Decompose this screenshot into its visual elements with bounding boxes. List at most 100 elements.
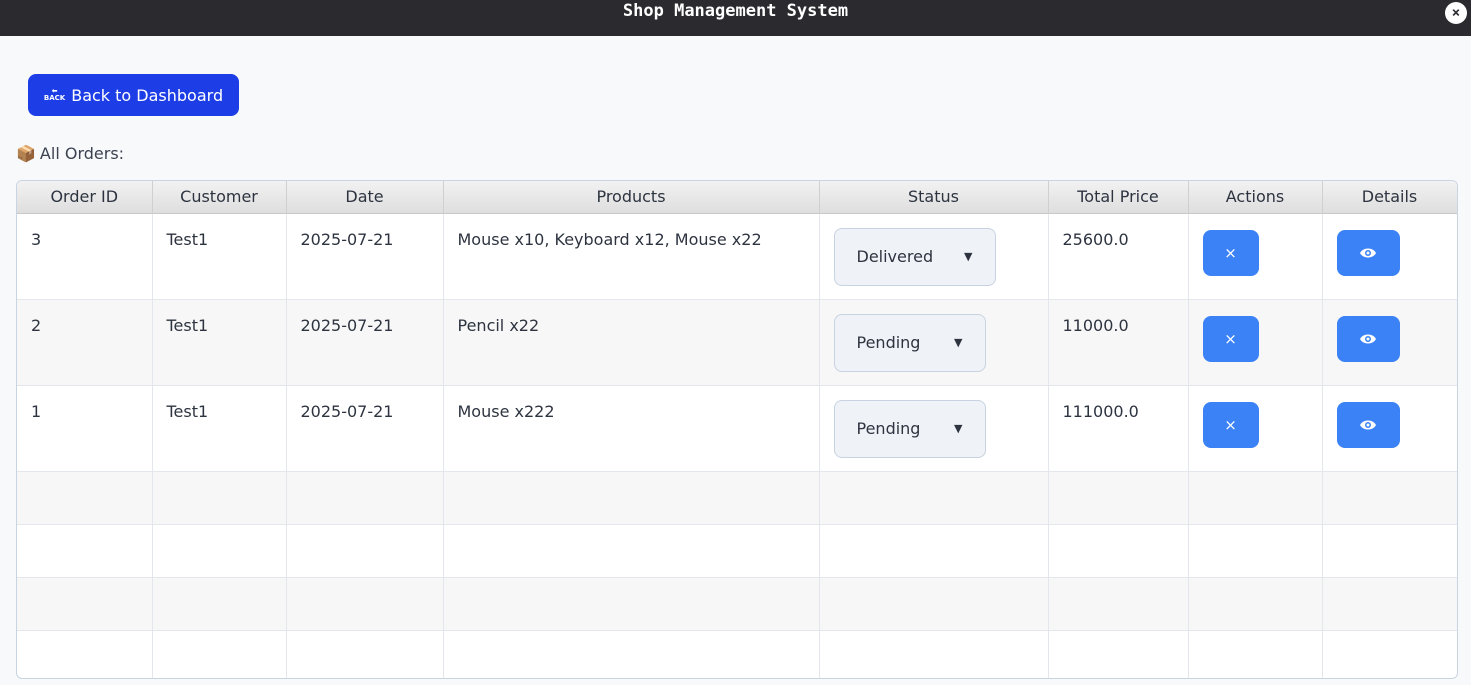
empty-cell (1322, 524, 1457, 578)
empty-cell (17, 471, 153, 525)
chevron-down-icon: ▼ (954, 422, 963, 435)
empty-cell (1048, 524, 1189, 578)
empty-row (17, 524, 1457, 578)
close-icon: × (1224, 329, 1237, 348)
eye-icon (1360, 334, 1376, 343)
chevron-down-icon: ▼ (954, 336, 963, 349)
back-arrow-icon: ⬅ BACK (43, 87, 66, 102)
details-cell (1322, 299, 1457, 386)
details-cell (1322, 385, 1457, 472)
chevron-down-icon: ▼ (964, 250, 973, 263)
total-price: 111000.0 (1048, 385, 1189, 472)
total-price: 11000.0 (1048, 299, 1189, 386)
empty-row (17, 471, 1457, 525)
order-id: 3 (17, 213, 153, 300)
actions-cell: × (1188, 299, 1323, 386)
column-header[interactable]: Status (819, 181, 1049, 214)
table-row: 2 Test1 2025-07-21 Pencil x22 Pending ▼ 1… (17, 299, 1457, 386)
table-row: 3 Test1 2025-07-21 Mouse x10, Keyboard x… (17, 213, 1457, 300)
empty-cell (17, 577, 153, 631)
order-id: 2 (17, 299, 153, 386)
column-header[interactable]: Details (1322, 181, 1457, 214)
eye-icon (1360, 248, 1376, 257)
status-dropdown[interactable]: Pending ▼ (833, 313, 986, 372)
column-header[interactable]: Date (286, 181, 444, 214)
status-value: Pending (856, 419, 921, 438)
eye-icon (1360, 420, 1376, 429)
products: Pencil x22 (443, 299, 820, 386)
empty-cell (443, 471, 820, 525)
empty-cell (443, 577, 820, 631)
empty-cell (1188, 630, 1323, 678)
empty-cell (1322, 471, 1457, 525)
customer: Test1 (152, 299, 287, 386)
delete-order-button[interactable]: × (1202, 229, 1259, 276)
package-icon: 📦 (16, 144, 36, 163)
column-header[interactable]: Order ID (17, 181, 153, 214)
view-details-button[interactable] (1336, 315, 1400, 362)
empty-cell (17, 524, 153, 578)
section-label: 📦 All Orders: (16, 144, 124, 163)
table-row: 1 Test1 2025-07-21 Mouse x222 Pending ▼ 1… (17, 385, 1457, 472)
delete-order-button[interactable]: × (1202, 315, 1259, 362)
view-details-button[interactable] (1336, 401, 1400, 448)
empty-cell (17, 630, 153, 678)
window-title: Shop Management System (622, 1, 849, 21)
empty-cell (286, 524, 444, 578)
customer: Test1 (152, 213, 287, 300)
customer: Test1 (152, 385, 287, 472)
column-header[interactable]: Actions (1188, 181, 1323, 214)
empty-cell (1322, 577, 1457, 631)
empty-cell (1188, 524, 1323, 578)
empty-cell (286, 577, 444, 631)
empty-row (17, 577, 1457, 631)
close-icon: × (1224, 243, 1237, 262)
title-bar: Shop Management System × (0, 0, 1471, 36)
total-price: 25600.0 (1048, 213, 1189, 300)
status-cell: Delivered ▼ (819, 213, 1049, 300)
order-id: 1 (17, 385, 153, 472)
empty-cell (1048, 630, 1189, 678)
date: 2025-07-21 (286, 299, 444, 386)
status-cell: Pending ▼ (819, 385, 1049, 472)
products: Mouse x222 (443, 385, 820, 472)
empty-cell (443, 524, 820, 578)
empty-row (17, 630, 1457, 678)
status-dropdown[interactable]: Delivered ▼ (833, 227, 996, 286)
empty-cell (1048, 577, 1189, 631)
view-details-button[interactable] (1336, 229, 1400, 276)
column-header[interactable]: Products (443, 181, 820, 214)
empty-cell (443, 630, 820, 678)
empty-cell (152, 630, 287, 678)
empty-cell (1322, 630, 1457, 678)
status-dropdown[interactable]: Pending ▼ (833, 399, 986, 458)
details-cell (1322, 213, 1457, 300)
empty-cell (819, 577, 1049, 631)
empty-cell (819, 471, 1049, 525)
back-button-label: Back to Dashboard (71, 85, 224, 105)
date: 2025-07-21 (286, 213, 444, 300)
empty-cell (152, 471, 287, 525)
date: 2025-07-21 (286, 385, 444, 472)
empty-cell (152, 577, 287, 631)
products: Mouse x10, Keyboard x12, Mouse x22 (443, 213, 820, 300)
status-value: Pending (856, 333, 921, 352)
close-icon[interactable]: × (1445, 2, 1467, 24)
actions-cell: × (1188, 213, 1323, 300)
empty-cell (819, 630, 1049, 678)
section-label-text: All Orders: (39, 144, 125, 163)
close-icon: × (1224, 415, 1237, 434)
empty-cell (1188, 471, 1323, 525)
empty-cell (1048, 471, 1189, 525)
column-header[interactable]: Total Price (1048, 181, 1189, 214)
empty-cell (152, 524, 287, 578)
status-value: Delivered (856, 247, 934, 266)
empty-cell (286, 630, 444, 678)
column-header[interactable]: Customer (152, 181, 287, 214)
empty-cell (819, 524, 1049, 578)
status-cell: Pending ▼ (819, 299, 1049, 386)
actions-cell: × (1188, 385, 1323, 472)
back-to-dashboard-button[interactable]: ⬅ BACK Back to Dashboard (28, 74, 239, 116)
empty-cell (1188, 577, 1323, 631)
delete-order-button[interactable]: × (1202, 401, 1259, 448)
